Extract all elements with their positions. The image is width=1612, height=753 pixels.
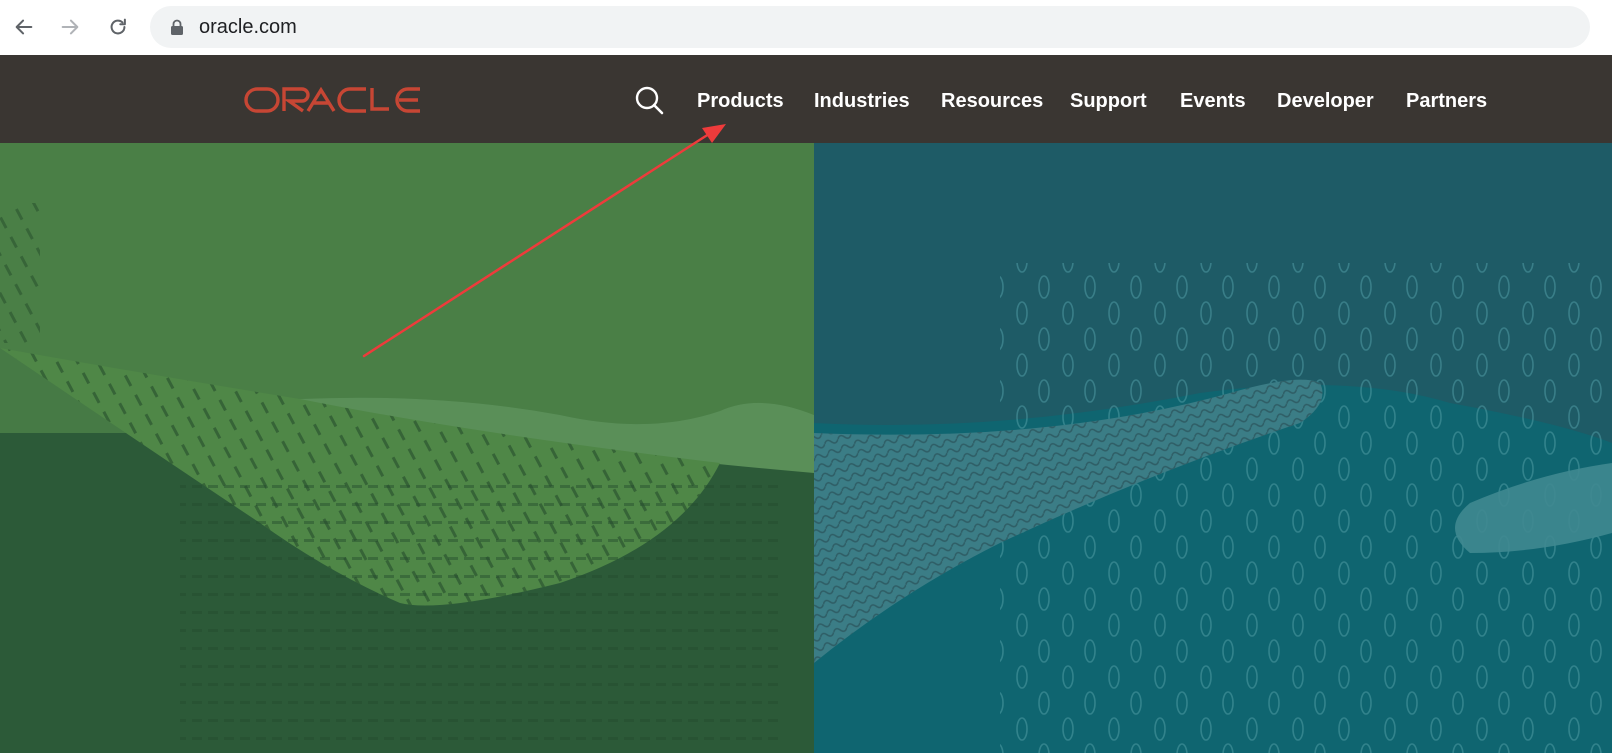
url-text: oracle.com	[199, 16, 297, 38]
arrow-left-icon	[15, 19, 33, 35]
nav-industries[interactable]: Industries	[814, 89, 910, 113]
nav-partners[interactable]: Partners	[1406, 89, 1487, 113]
hero-banner	[0, 143, 1612, 753]
forward-button[interactable]	[53, 10, 87, 44]
hero-illustration	[0, 143, 1612, 753]
nav-resources[interactable]: Resources	[941, 89, 1043, 113]
back-button[interactable]	[7, 10, 41, 44]
nav-support[interactable]: Support	[1070, 89, 1147, 113]
oracle-logo[interactable]	[244, 87, 422, 113]
reload-button[interactable]	[101, 10, 135, 44]
arrow-right-icon	[61, 19, 79, 35]
nav-developer[interactable]: Developer	[1277, 89, 1374, 113]
lock-icon	[171, 19, 183, 35]
address-bar[interactable]: oracle.com	[150, 6, 1590, 48]
nav-events[interactable]: Events	[1180, 89, 1246, 113]
search-icon	[635, 86, 664, 115]
reload-icon	[110, 18, 126, 35]
oracle-logo-icon	[244, 87, 420, 113]
nav-products[interactable]: Products	[697, 89, 784, 113]
search-button[interactable]	[632, 84, 666, 118]
browser-toolbar: oracle.com	[0, 0, 1612, 55]
